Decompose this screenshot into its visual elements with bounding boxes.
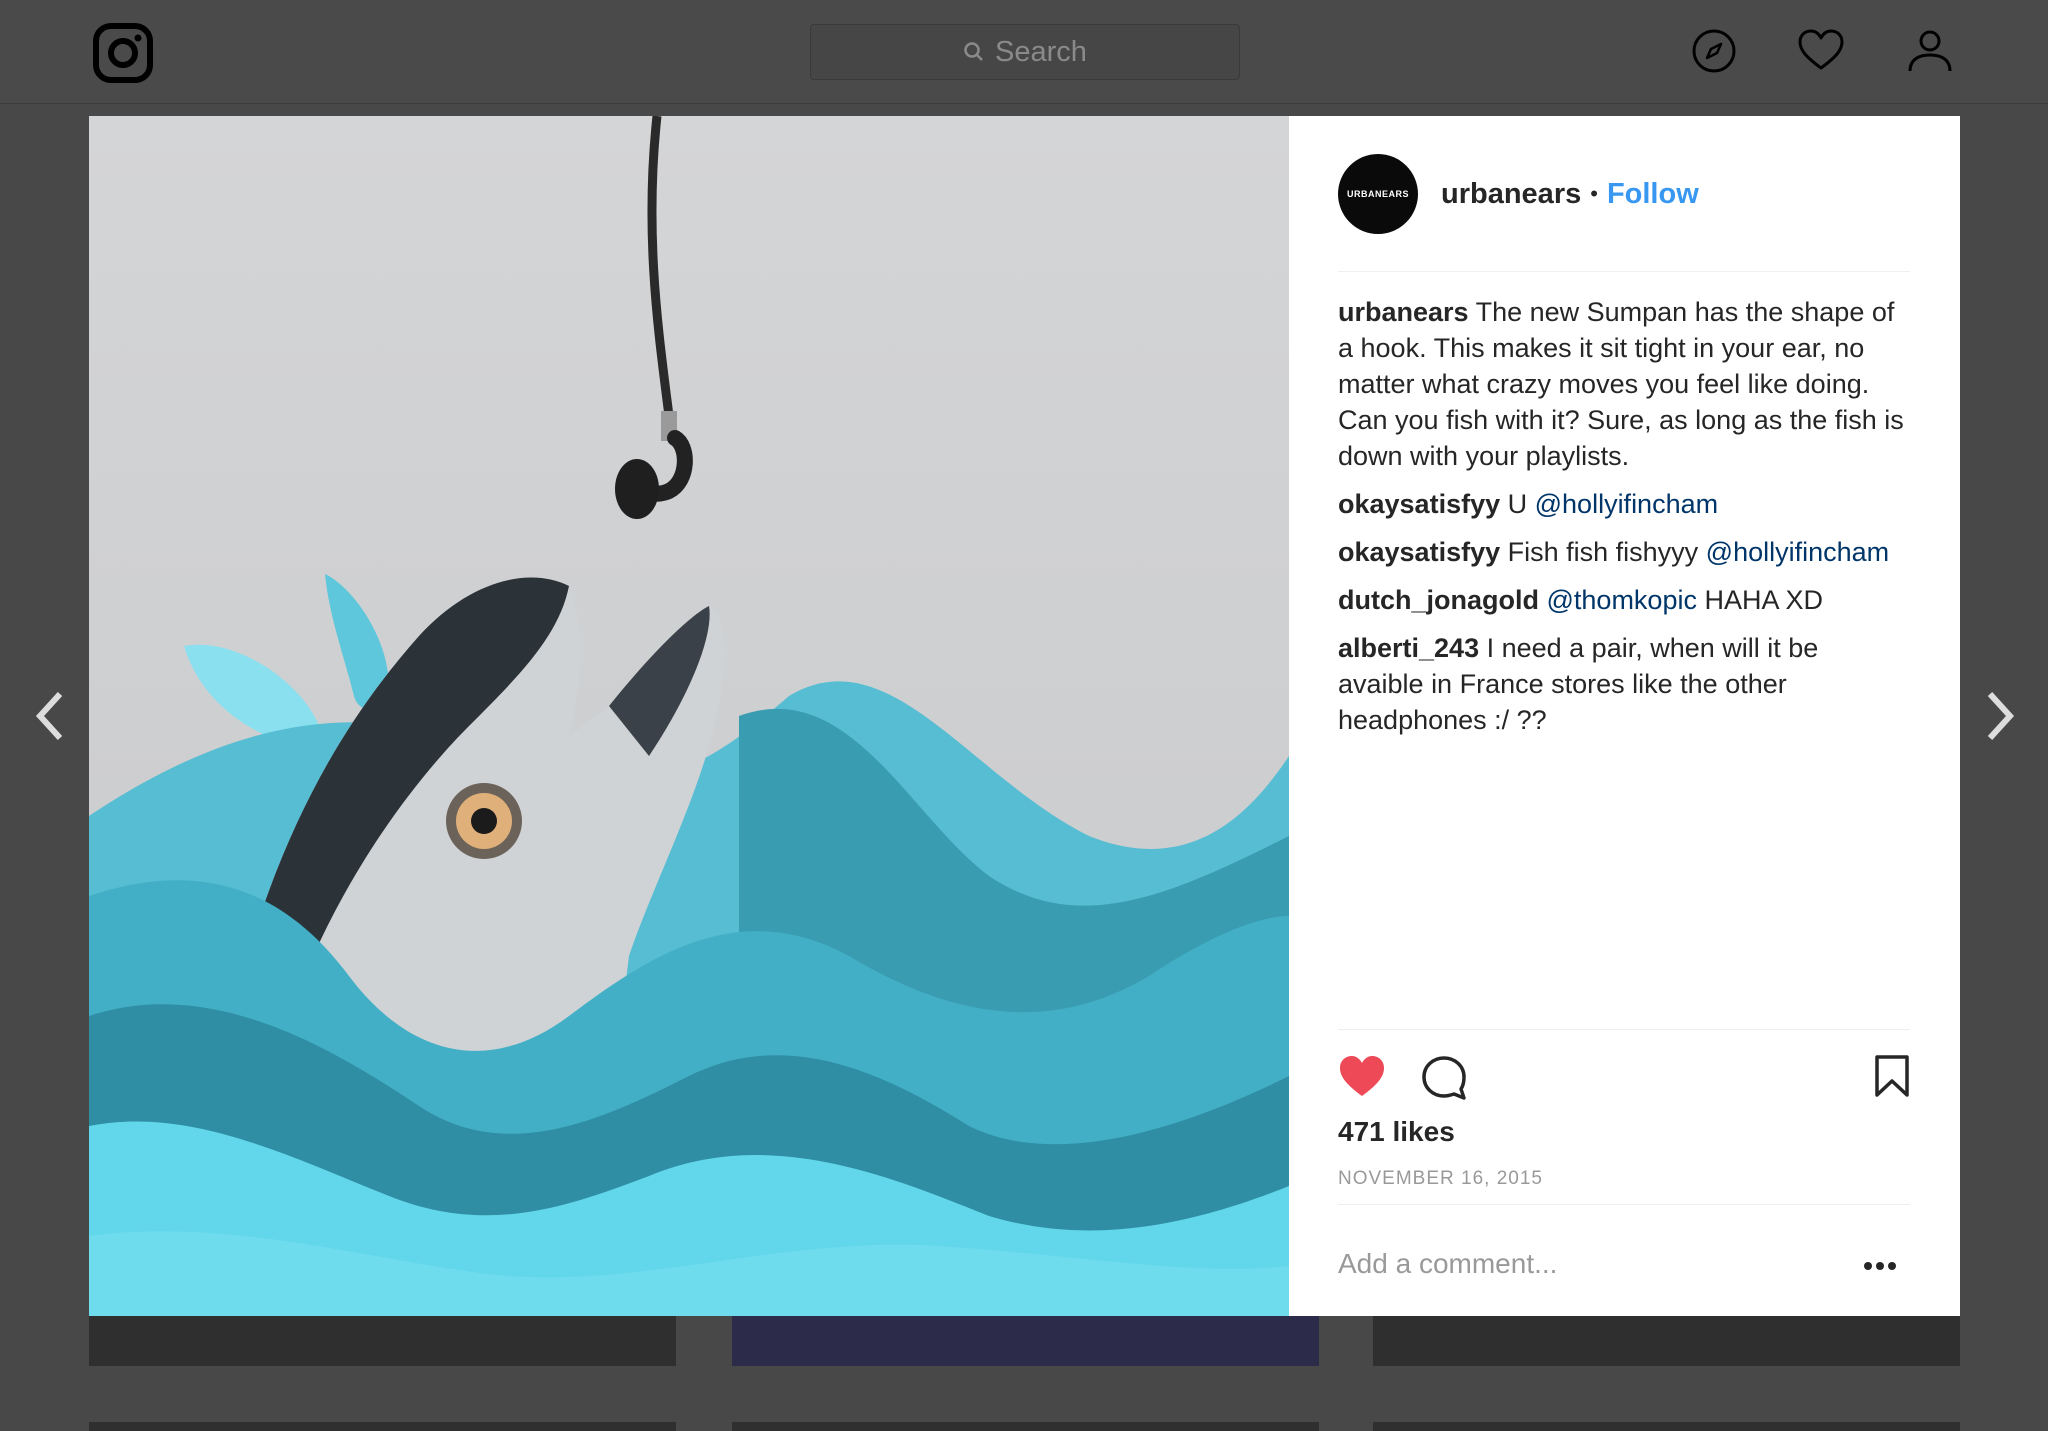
follow-button[interactable]: Follow [1607, 178, 1699, 211]
grid-post-thumbnail[interactable] [89, 1422, 676, 1431]
post-header: URBANEARS urbanears • Follow [1338, 154, 1699, 234]
separator-dot: • [1590, 181, 1598, 206]
comment-text: HAHA XD [1696, 585, 1824, 615]
post-date[interactable]: NOVEMBER 16, 2015 [1338, 1168, 1543, 1190]
add-comment-input[interactable]: Add a comment... [1338, 1248, 1557, 1280]
post-details-panel: URBANEARS urbanears • Follow urbanears T… [1289, 116, 1960, 1316]
comment-username[interactable]: dutch_jonagold [1338, 585, 1539, 615]
comment-item: okaysatisfyy Fish fish fishyyy @hollyifi… [1338, 534, 1910, 570]
activity-heart-icon[interactable] [1796, 26, 1846, 76]
comment-username[interactable]: okaysatisfyy [1338, 489, 1500, 519]
comment-username[interactable]: okaysatisfyy [1338, 537, 1500, 567]
comment-username[interactable]: urbanears [1338, 297, 1469, 327]
comment-icon[interactable] [1420, 1054, 1468, 1102]
comment-mention[interactable]: @thomkopic [1547, 585, 1697, 615]
comment-mention[interactable]: @hollyifincham [1535, 489, 1718, 519]
grid-post-thumbnail[interactable] [732, 1422, 1319, 1431]
caption: urbanears The new Sumpan has the shape o… [1338, 294, 1910, 474]
comment-item: alberti_243 I need a pair, when will it … [1338, 630, 1910, 738]
bookmark-icon[interactable] [1874, 1054, 1910, 1098]
comment-item: dutch_jonagold @thomkopic HAHA XD [1338, 582, 1910, 618]
search-icon [964, 42, 983, 61]
top-navigation-bar: Search [0, 0, 2048, 104]
post-actions [1338, 1048, 1910, 1108]
chevron-right-icon[interactable] [1980, 688, 2020, 744]
grid-post-thumbnail[interactable] [1373, 1422, 1960, 1431]
more-options-icon[interactable] [1860, 1256, 1900, 1276]
grid-post-thumbnail[interactable] [89, 1316, 676, 1366]
grid-post-thumbnail[interactable] [1373, 1316, 1960, 1366]
like-heart-icon[interactable] [1338, 1054, 1386, 1098]
header-divider [1338, 271, 1910, 272]
comment-username[interactable]: alberti_243 [1338, 633, 1479, 663]
comment-item: okaysatisfyy U @hollyifincham [1338, 486, 1910, 522]
search-placeholder: Search [995, 35, 1087, 68]
comment-box-divider [1338, 1204, 1910, 1205]
post-modal: URBANEARS urbanears • Follow urbanears T… [89, 116, 1960, 1316]
comments-list: urbanears The new Sumpan has the shape o… [1338, 294, 1910, 750]
actions-divider [1338, 1029, 1910, 1030]
comment-text [1539, 585, 1547, 615]
search-input[interactable]: Search [810, 24, 1240, 80]
explore-compass-icon[interactable] [1689, 26, 1739, 76]
likes-count[interactable]: 471 likes [1338, 1116, 1455, 1148]
comment-text: Fish fish fishyyy [1500, 537, 1706, 567]
fish-and-earphone-illustration [89, 116, 1289, 1316]
profile-icon[interactable] [1905, 26, 1955, 76]
grid-post-thumbnail[interactable] [732, 1316, 1319, 1366]
post-author-username[interactable]: urbanears [1441, 178, 1581, 211]
comment-text: U [1500, 489, 1535, 519]
comment-mention[interactable]: @hollyifincham [1706, 537, 1889, 567]
avatar-text: URBANEARS [1346, 189, 1409, 199]
avatar[interactable]: URBANEARS [1338, 154, 1418, 234]
post-photo [89, 116, 1289, 1316]
chevron-left-icon[interactable] [30, 688, 70, 744]
instagram-logo-icon[interactable] [92, 22, 154, 84]
